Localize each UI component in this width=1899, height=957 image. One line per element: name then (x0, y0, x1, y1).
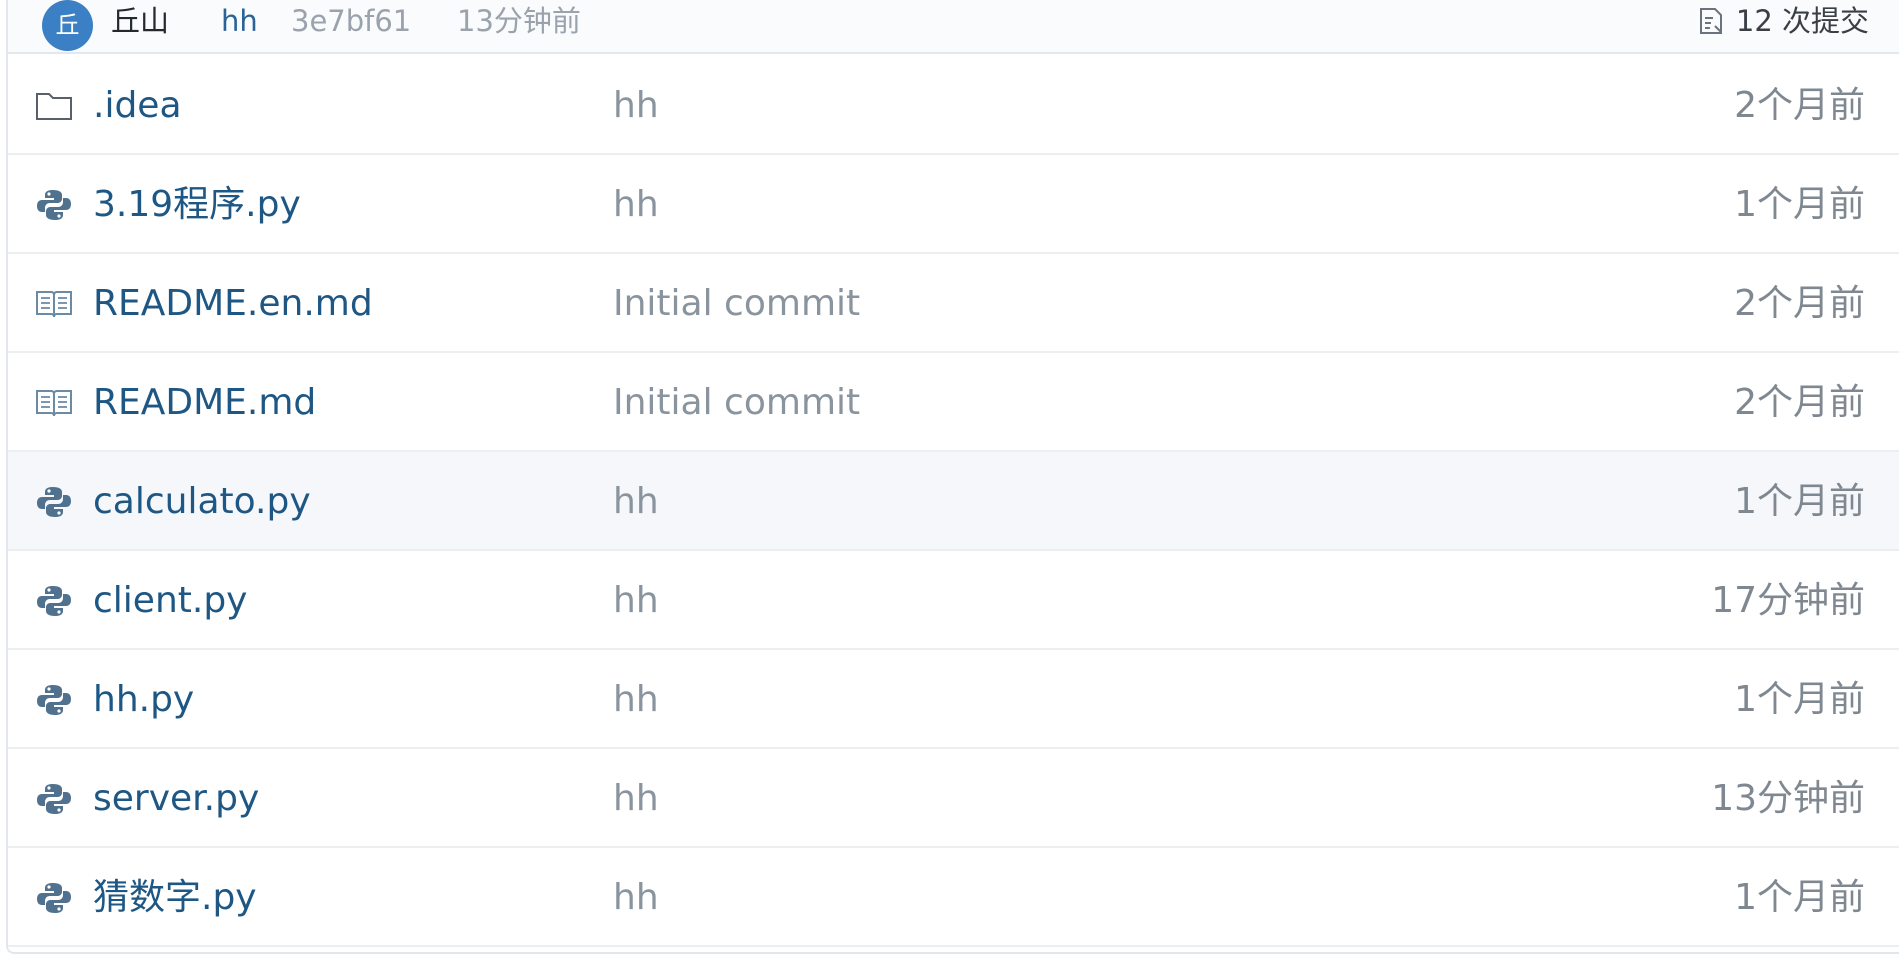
file-commit-time: 1个月前 (1734, 481, 1865, 522)
file-commit-time: 13分钟前 (1711, 778, 1865, 819)
file-commit-message[interactable]: hh (613, 184, 659, 226)
commit-time: 13分钟前 (457, 4, 581, 38)
file-row[interactable]: README.md Initial commit 2个月前 (8, 353, 1899, 452)
file-commit-message[interactable]: hh (613, 778, 659, 820)
commit-hash[interactable]: 3e7bf61 (291, 3, 411, 39)
file-row[interactable]: client.py hh 17分钟前 (8, 551, 1899, 650)
latest-commit-bar: 丘 丘山 hh 3e7bf61 13分钟前 12 次提交 (8, 0, 1899, 54)
commits-count-link[interactable]: 12 次提交 (1698, 3, 1869, 39)
commit-history-icon (1699, 8, 1722, 34)
avatar[interactable]: 丘 (42, 0, 93, 51)
file-row[interactable]: .idea hh 2个月前 (8, 56, 1899, 155)
python-icon (34, 880, 74, 916)
file-row[interactable]: calculato.py hh 1个月前 (8, 452, 1899, 551)
file-name-link[interactable]: calculato.py (93, 481, 311, 523)
book-icon (34, 385, 74, 421)
file-name-link[interactable]: hh.py (93, 679, 194, 721)
file-commit-message[interactable]: hh (613, 580, 659, 622)
file-commit-message[interactable]: Initial commit (613, 283, 860, 325)
folder-icon (34, 88, 74, 124)
python-icon (34, 682, 74, 718)
file-row[interactable]: server.py hh 13分钟前 (8, 749, 1899, 848)
file-commit-time: 1个月前 (1734, 877, 1865, 918)
file-list-panel: 丘 丘山 hh 3e7bf61 13分钟前 12 次提交 .idea hh 2个月前… (6, 0, 1899, 954)
file-name-link[interactable]: .idea (93, 85, 182, 127)
file-name-link[interactable]: 猜数字.py (93, 877, 257, 919)
python-icon (34, 781, 74, 817)
commit-author[interactable]: 丘山 (111, 3, 169, 39)
python-icon (34, 187, 74, 223)
file-commit-time: 2个月前 (1734, 85, 1865, 126)
file-name-link[interactable]: 3.19程序.py (93, 184, 301, 226)
file-commit-message[interactable]: hh (613, 85, 659, 127)
file-commit-time: 17分钟前 (1711, 580, 1865, 621)
file-name-link[interactable]: README.en.md (93, 283, 373, 325)
commit-message-link[interactable]: hh (221, 3, 258, 39)
file-row[interactable]: 3.19程序.py hh 1个月前 (8, 155, 1899, 254)
file-commit-message[interactable]: hh (613, 481, 659, 523)
file-commit-time: 1个月前 (1734, 184, 1865, 225)
file-row[interactable]: hh.py hh 1个月前 (8, 650, 1899, 749)
file-commit-time: 2个月前 (1734, 283, 1865, 324)
file-commit-message[interactable]: hh (613, 877, 659, 919)
file-commit-message[interactable]: Initial commit (613, 382, 860, 424)
commits-count-label: 12 次提交 (1735, 4, 1869, 38)
file-name-link[interactable]: README.md (93, 382, 316, 424)
book-icon (34, 286, 74, 322)
file-commit-message[interactable]: hh (613, 679, 659, 721)
file-name-link[interactable]: client.py (93, 580, 247, 622)
python-icon (34, 583, 74, 619)
file-row[interactable]: README.en.md Initial commit 2个月前 (8, 254, 1899, 353)
file-commit-time: 1个月前 (1734, 679, 1865, 720)
python-icon (34, 484, 74, 520)
file-commit-time: 2个月前 (1734, 382, 1865, 423)
file-name-link[interactable]: server.py (93, 778, 259, 820)
file-row[interactable]: 猜数字.py hh 1个月前 (8, 848, 1899, 947)
